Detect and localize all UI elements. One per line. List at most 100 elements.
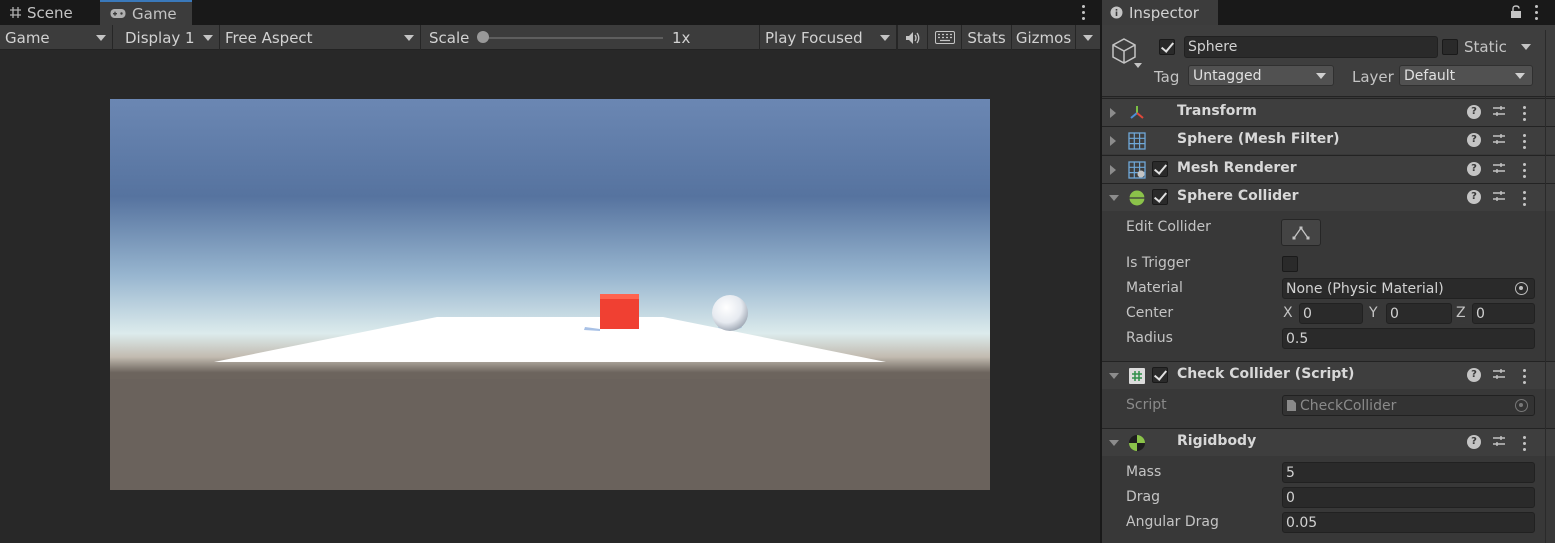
component-title: Check Collider (Script) — [1177, 366, 1355, 382]
object-picker-icon[interactable] — [1515, 282, 1528, 295]
component-menu-icon[interactable] — [1517, 188, 1531, 208]
red-cube — [600, 294, 639, 329]
help-icon[interactable]: ? — [1467, 133, 1481, 147]
help-icon[interactable]: ? — [1467, 105, 1481, 119]
help-icon[interactable]: ? — [1467, 368, 1481, 382]
inspector-tabbar: Inspector — [1102, 0, 1555, 25]
aspect-label: Free Aspect — [225, 28, 313, 47]
drag-label: Drag — [1126, 489, 1161, 505]
static-dropdown-icon[interactable] — [1521, 44, 1531, 50]
inspector-menu-icon[interactable] — [1529, 2, 1543, 22]
object-name-field[interactable]: Sphere — [1184, 36, 1438, 58]
component-menu-icon[interactable] — [1517, 160, 1531, 180]
foldout-arrow-icon[interactable] — [1110, 108, 1116, 118]
component-check-collider-script[interactable]: Check Collider (Script) ? — [1102, 361, 1555, 389]
material-field[interactable]: None (Physic Material) — [1282, 278, 1535, 299]
tab-scene-label: Scene — [27, 3, 73, 22]
help-icon[interactable]: ? — [1467, 435, 1481, 449]
layer-label: Layer — [1352, 68, 1394, 86]
component-title: Mesh Renderer — [1177, 160, 1297, 176]
layer-dropdown[interactable]: Default — [1399, 65, 1533, 86]
component-enabled-checkbox[interactable] — [1152, 367, 1168, 383]
aspect-dropdown[interactable]: Free Aspect — [220, 25, 421, 50]
chevron-down-icon — [880, 35, 890, 41]
center-z-field[interactable]: 0 — [1472, 303, 1535, 324]
component-rigidbody[interactable]: Rigidbody ? — [1102, 428, 1555, 456]
keyboard-icon — [934, 31, 955, 44]
gizmos-menu-button[interactable] — [1075, 25, 1100, 50]
foldout-arrow-icon[interactable] — [1110, 136, 1116, 146]
presets-icon[interactable] — [1492, 367, 1506, 381]
keyboard-shortcuts-button[interactable] — [927, 25, 961, 50]
tab-game-label: Game — [132, 4, 177, 23]
lock-icon[interactable] — [1510, 5, 1522, 19]
is-trigger-checkbox[interactable] — [1282, 256, 1298, 272]
center-y-field[interactable]: 0 — [1386, 303, 1452, 324]
layer-value: Default — [1404, 67, 1456, 84]
component-title: Rigidbody — [1177, 433, 1257, 449]
sphere-collider-icon — [1129, 190, 1145, 206]
game-view-dropdown[interactable]: Game — [0, 25, 113, 50]
center-x-field[interactable]: 0 — [1299, 303, 1363, 324]
display-dropdown[interactable]: Display 1 — [120, 25, 220, 50]
chevron-down-icon — [203, 35, 213, 41]
component-enabled-checkbox[interactable] — [1152, 161, 1168, 177]
gizmos-button[interactable]: Gizmos — [1011, 25, 1075, 50]
help-icon[interactable]: ? — [1467, 162, 1481, 176]
material-label: Material — [1126, 280, 1183, 296]
icon-dropdown-icon[interactable] — [1134, 63, 1142, 68]
is-trigger-label: Is Trigger — [1126, 255, 1191, 271]
material-value: None (Physic Material) — [1286, 280, 1444, 297]
panel-menu-icon[interactable] — [1076, 2, 1090, 22]
edit-shape-icon — [1292, 226, 1310, 240]
script-file-icon — [1287, 400, 1296, 411]
info-icon — [1110, 6, 1123, 19]
radius-label: Radius — [1126, 330, 1173, 346]
component-enabled-checkbox[interactable] — [1152, 189, 1168, 205]
tab-scene[interactable]: Scene — [0, 0, 100, 25]
edit-collider-button[interactable] — [1281, 219, 1321, 246]
drag-field[interactable]: 0 — [1282, 487, 1535, 508]
component-menu-icon[interactable] — [1517, 366, 1531, 386]
red-cube-top — [600, 294, 639, 299]
presets-icon[interactable] — [1492, 132, 1506, 146]
radius-field[interactable]: 0.5 — [1282, 328, 1535, 349]
component-menu-icon[interactable] — [1517, 103, 1531, 123]
script-field: CheckCollider — [1282, 395, 1535, 416]
foldout-arrow-icon[interactable] — [1110, 165, 1116, 175]
presets-icon[interactable] — [1492, 434, 1506, 448]
mass-field[interactable]: 5 — [1282, 462, 1535, 483]
game-panel: Scene Game Game Display 1 Free Aspect Sc… — [0, 0, 1100, 543]
chevron-down-icon — [1083, 34, 1093, 41]
foldout-arrow-icon[interactable] — [1109, 440, 1119, 446]
play-mode-dropdown[interactable]: Play Focused — [759, 25, 897, 50]
stats-button[interactable]: Stats — [961, 25, 1011, 50]
tab-game[interactable]: Game — [100, 0, 192, 25]
presets-icon[interactable] — [1492, 161, 1506, 175]
tag-dropdown[interactable]: Untagged — [1188, 65, 1334, 86]
presets-icon[interactable] — [1492, 104, 1506, 118]
tab-inspector[interactable]: Inspector — [1102, 0, 1218, 25]
object-active-checkbox[interactable] — [1159, 39, 1175, 55]
help-icon[interactable]: ? — [1467, 190, 1481, 204]
component-menu-icon[interactable] — [1517, 433, 1531, 453]
presets-icon[interactable] — [1492, 189, 1506, 203]
mute-audio-button[interactable] — [897, 25, 927, 50]
scale-value: 1x — [672, 28, 691, 47]
foldout-arrow-icon[interactable] — [1109, 195, 1119, 201]
component-mesh-filter[interactable]: Sphere (Mesh Filter) ? — [1102, 126, 1555, 154]
component-mesh-renderer[interactable]: Mesh Renderer ? — [1102, 155, 1555, 183]
scale-label: Scale — [429, 28, 470, 47]
component-menu-icon[interactable] — [1517, 131, 1531, 151]
scale-slider-track[interactable] — [483, 37, 663, 39]
center-label: Center — [1126, 305, 1174, 321]
foldout-arrow-icon[interactable] — [1109, 373, 1119, 379]
component-transform[interactable]: Transform ? — [1102, 98, 1555, 126]
scale-slider-thumb[interactable] — [477, 31, 489, 43]
game-viewport[interactable] — [110, 99, 990, 490]
inspector-scrollbar[interactable] — [1545, 30, 1546, 543]
static-checkbox[interactable] — [1442, 39, 1458, 55]
angular-drag-field[interactable]: 0.05 — [1282, 512, 1535, 533]
object-header: Sphere Static Tag Untagged Layer Default — [1102, 25, 1555, 97]
component-sphere-collider[interactable]: Sphere Collider ? — [1102, 183, 1555, 211]
